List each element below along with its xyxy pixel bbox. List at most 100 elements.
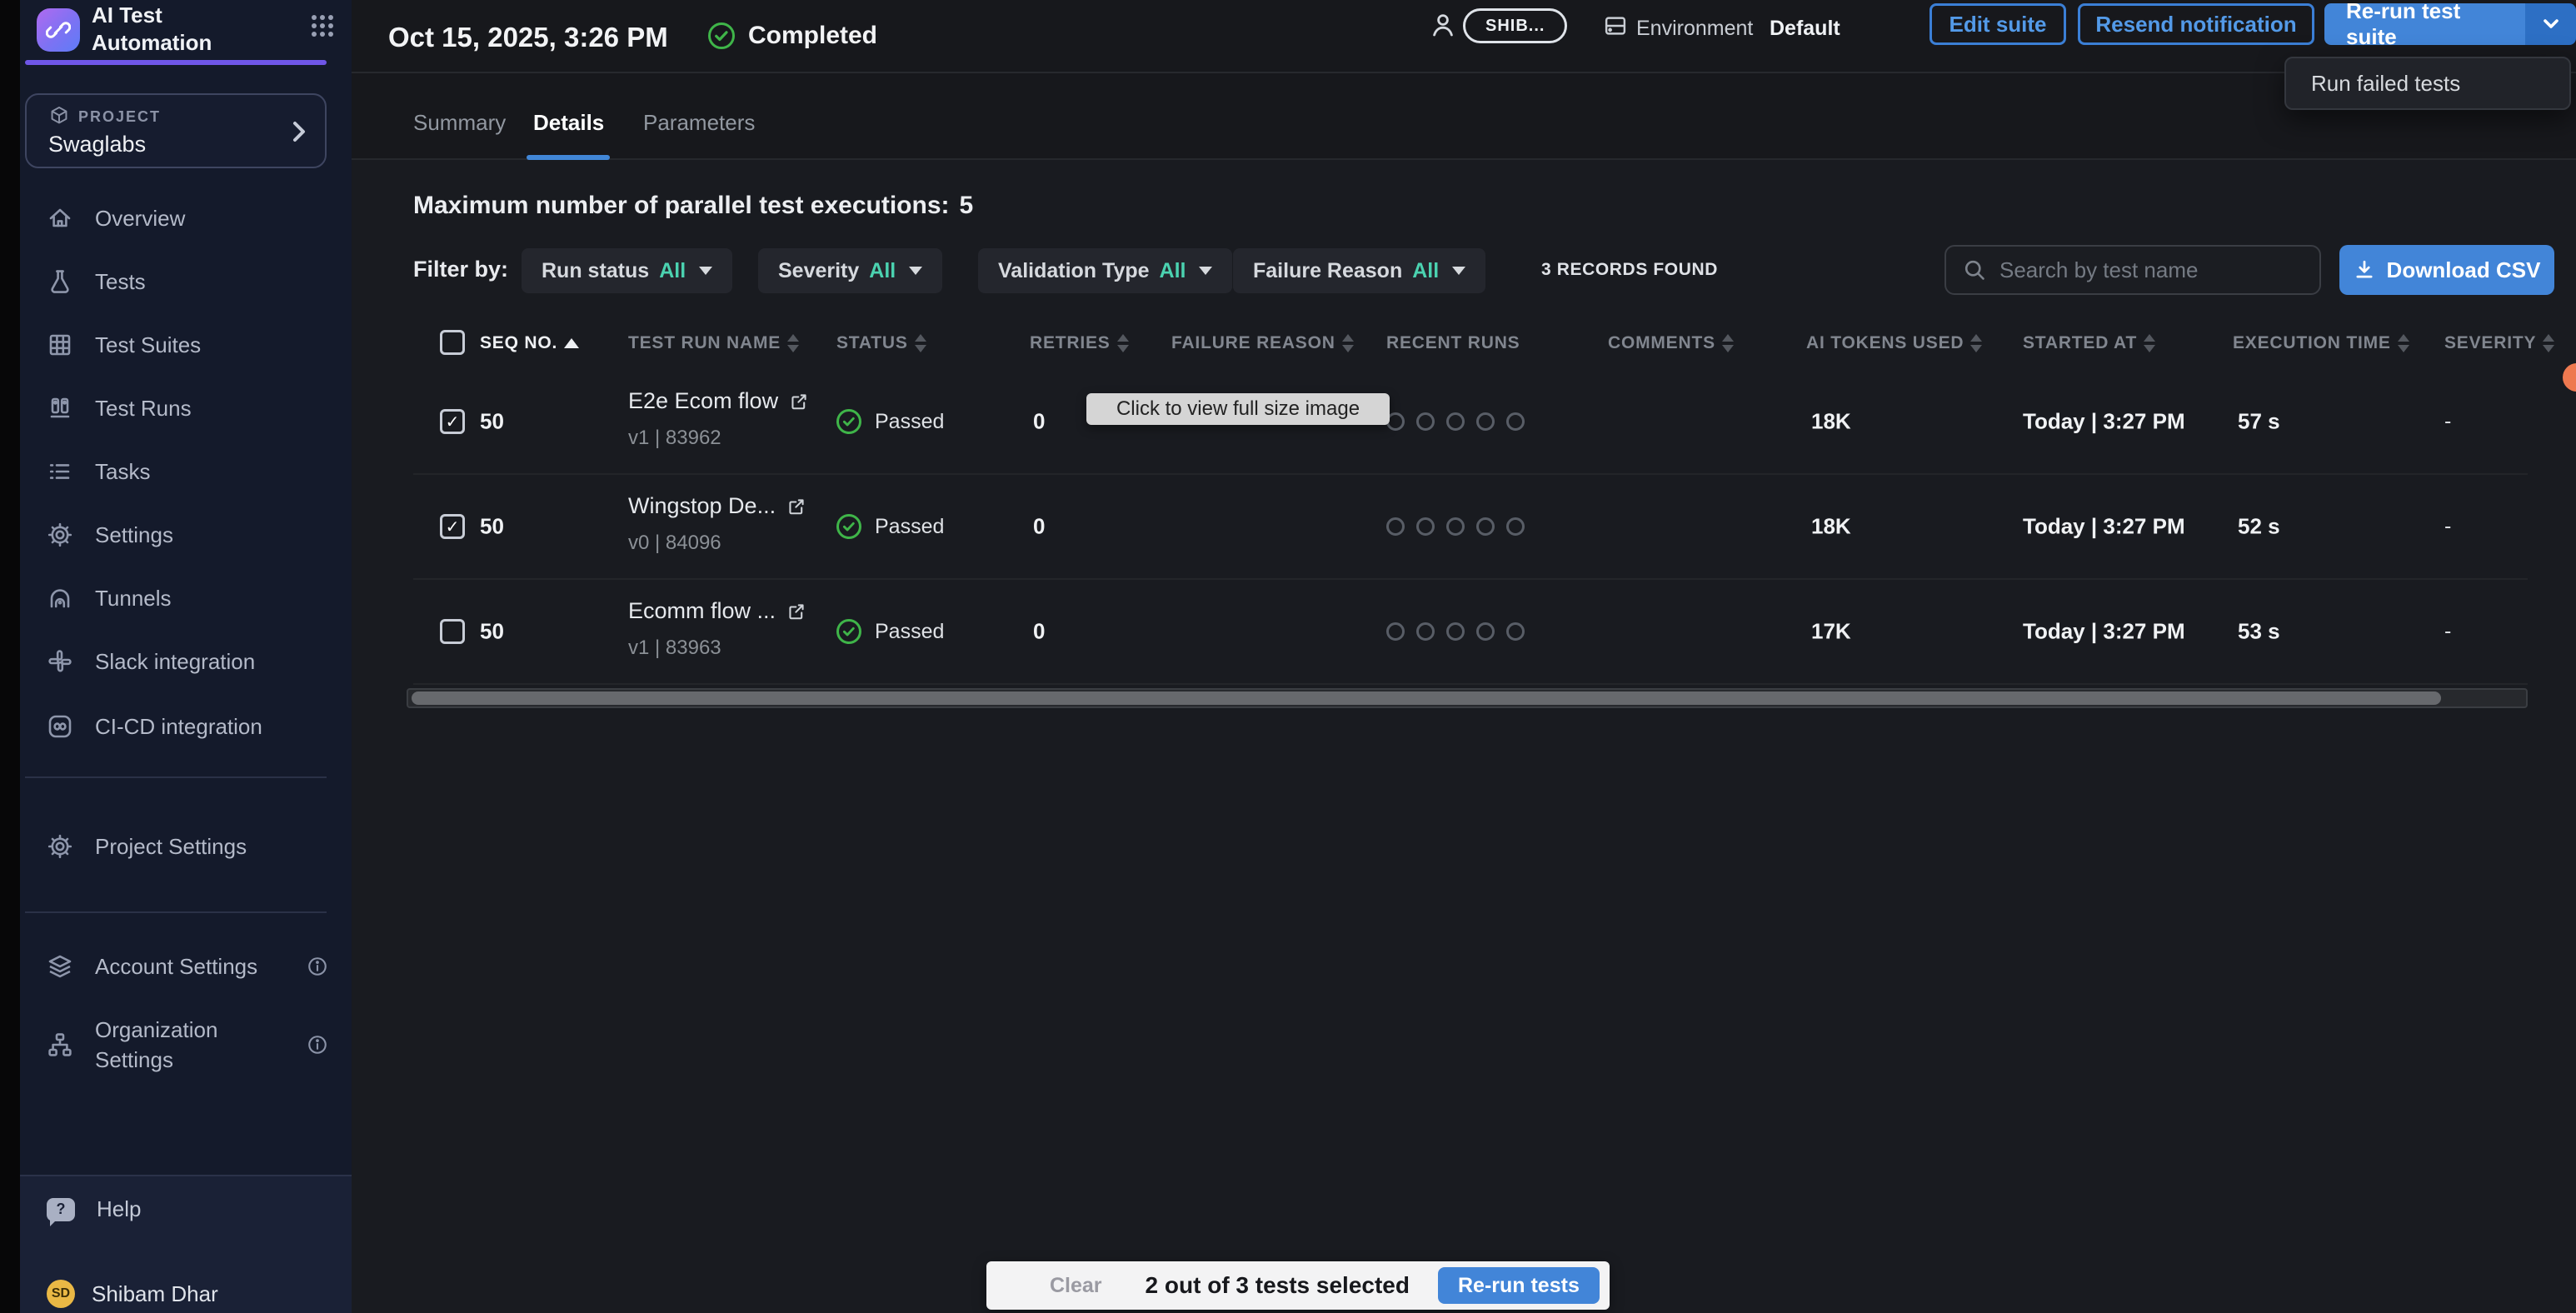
cell-execution-time: 53 s [2238, 619, 2280, 645]
sidebar-item-label: Test Suites [95, 332, 201, 358]
sidebar-item-account-settings[interactable]: Account Settings [20, 941, 352, 991]
column-header-test-run-name[interactable]: TEST RUN NAME [628, 333, 799, 353]
test-run-name-link[interactable]: E2e Ecom flow [628, 388, 778, 414]
table-row[interactable]: 50 E2e Ecom flow v1 | 83962 [413, 370, 2528, 475]
check-circle-icon [708, 22, 735, 49]
tab-details[interactable]: Details [533, 110, 604, 136]
records-found: 3 RECORDS FOUND [1541, 260, 1718, 280]
image-tooltip: Click to view full size image [1086, 393, 1390, 425]
project-selector[interactable]: PROJECT Swaglabs [25, 93, 327, 168]
download-icon [2354, 259, 2375, 281]
menu-item-run-failed-tests[interactable]: Run failed tests [2311, 71, 2460, 97]
app-switcher-icon[interactable] [310, 13, 335, 38]
column-header-failure-reason[interactable]: FAILURE REASON [1171, 333, 1354, 353]
horizontal-scrollbar[interactable] [407, 688, 2528, 708]
sidebar-divider [25, 911, 327, 913]
tabs-bar: Summary Details Parameters [352, 73, 2576, 160]
filter-failure-reason[interactable]: Failure Reason All [1233, 248, 1485, 293]
edit-suite-button[interactable]: Edit suite [1930, 3, 2066, 45]
help-label: Help [97, 1196, 141, 1222]
rerun-tests-button[interactable]: Re-run tests [1438, 1267, 1600, 1304]
column-header-execution-time[interactable]: EXECUTION TIME [2233, 333, 2409, 353]
sidebar-item-label: Slack integration [95, 649, 255, 675]
column-header-seq-no[interactable]: SEQ NO. [480, 333, 579, 353]
selection-bar: Clear 2 out of 3 tests selected Re-run t… [986, 1261, 1610, 1310]
chevron-down-icon[interactable] [2525, 3, 2576, 45]
sort-icon [1117, 334, 1129, 352]
sidebar-item-label: CI-CD integration [95, 714, 262, 740]
caret-down-icon [1452, 267, 1465, 275]
filter-validation-type[interactable]: Validation Type All [978, 248, 1232, 293]
cell-started-at: Today | 3:27 PM [2023, 409, 2185, 435]
run-timestamp: Oct 15, 2025, 3:26 PM [388, 22, 668, 53]
table-row[interactable]: 50 Ecomm flow ... v1 | 83963 [413, 580, 2528, 685]
help-button[interactable]: ? Help [47, 1196, 141, 1222]
column-header-started-at[interactable]: STARTED AT [2023, 333, 2155, 353]
sidebar-item-label: Test Runs [95, 396, 192, 422]
clear-selection-button[interactable]: Clear [1050, 1274, 1102, 1298]
tab-summary[interactable]: Summary [413, 110, 506, 136]
floating-widget-button[interactable] [2563, 363, 2576, 392]
person-icon [1430, 12, 1456, 38]
info-icon[interactable] [307, 956, 328, 977]
row-checkbox[interactable] [440, 619, 465, 644]
sidebar-item-project-settings[interactable]: Project Settings [20, 821, 352, 871]
select-all-checkbox[interactable] [440, 330, 465, 355]
test-run-version: v1 | 83962 [628, 427, 721, 450]
gear-icon [47, 833, 73, 860]
sort-icon [2398, 334, 2409, 352]
row-checkbox[interactable] [440, 409, 465, 434]
external-link-icon[interactable] [787, 497, 806, 516]
rerun-test-suite-button[interactable]: Re-run test suite [2324, 3, 2525, 45]
column-header-severity[interactable]: SEVERITY [2444, 333, 2554, 353]
sidebar-item-label: Overview [95, 206, 185, 232]
column-header-status[interactable]: STATUS [836, 333, 926, 353]
search-input[interactable] [1999, 257, 2303, 283]
search-box [1944, 245, 2321, 295]
sidebar-item-slack-integration[interactable]: Slack integration [20, 637, 352, 686]
column-header-recent-runs[interactable]: RECENT RUNS [1386, 333, 1520, 353]
sidebar-item-label: Organization Settings [95, 1015, 268, 1076]
filter-severity[interactable]: Severity All [758, 248, 942, 293]
help-icon: ? [47, 1198, 75, 1221]
external-link-icon[interactable] [790, 392, 808, 411]
column-header-comments[interactable]: COMMENTS [1608, 333, 1734, 353]
sidebar-item-test-suites[interactable]: Test Suites [20, 320, 352, 370]
sidebar-item-tests[interactable]: Tests [20, 257, 352, 307]
sort-icon [1970, 334, 1982, 352]
info-icon[interactable] [307, 1034, 328, 1056]
download-csv-button[interactable]: Download CSV [2339, 245, 2554, 295]
rerun-test-suite-split-button[interactable]: Re-run test suite [2324, 3, 2576, 45]
cell-retries: 0 [1033, 514, 1045, 540]
filter-run-status[interactable]: Run status All [522, 248, 732, 293]
app-logo-icon [37, 8, 80, 52]
max-parallel-executions: Maximum number of parallel test executio… [413, 192, 973, 220]
cell-status: Passed [836, 409, 944, 434]
external-link-icon[interactable] [787, 602, 806, 621]
test-run-version: v1 | 83963 [628, 637, 721, 660]
sidebar-item-cicd-integration[interactable]: CI-CD integration [20, 701, 352, 751]
row-checkbox[interactable] [440, 514, 465, 539]
cell-seq-no: 50 [480, 409, 504, 435]
user-menu[interactable]: SD Shibam Dhar [47, 1280, 218, 1308]
user-chip[interactable]: SHIB... [1463, 8, 1567, 43]
tab-parameters[interactable]: Parameters [643, 110, 755, 136]
search-icon [1963, 258, 1986, 282]
test-run-version: v0 | 84096 [628, 532, 721, 555]
scrollbar-thumb[interactable] [412, 691, 2441, 705]
cell-retries: 0 [1033, 619, 1045, 645]
resend-notification-button[interactable]: Resend notification [2078, 3, 2314, 45]
sidebar-item-tunnels[interactable]: Tunnels [20, 573, 352, 623]
sidebar-item-organization-settings[interactable]: Organization Settings [20, 1005, 352, 1085]
org-chart-icon [47, 1031, 73, 1058]
table-row[interactable]: 50 Wingstop De... v0 | 84096 [413, 475, 2528, 580]
test-run-name-link[interactable]: Wingstop De... [628, 493, 776, 519]
sidebar-item-test-runs[interactable]: Test Runs [20, 383, 352, 433]
sidebar-item-tasks[interactable]: Tasks [20, 447, 352, 497]
grid-icon [47, 332, 73, 358]
sidebar-item-overview[interactable]: Overview [20, 193, 352, 243]
column-header-ai-tokens-used[interactable]: AI TOKENS USED [1806, 333, 1982, 353]
sidebar-item-settings[interactable]: Settings [20, 510, 352, 560]
column-header-retries[interactable]: RETRIES [1030, 333, 1129, 353]
test-run-name-link[interactable]: Ecomm flow ... [628, 598, 776, 624]
